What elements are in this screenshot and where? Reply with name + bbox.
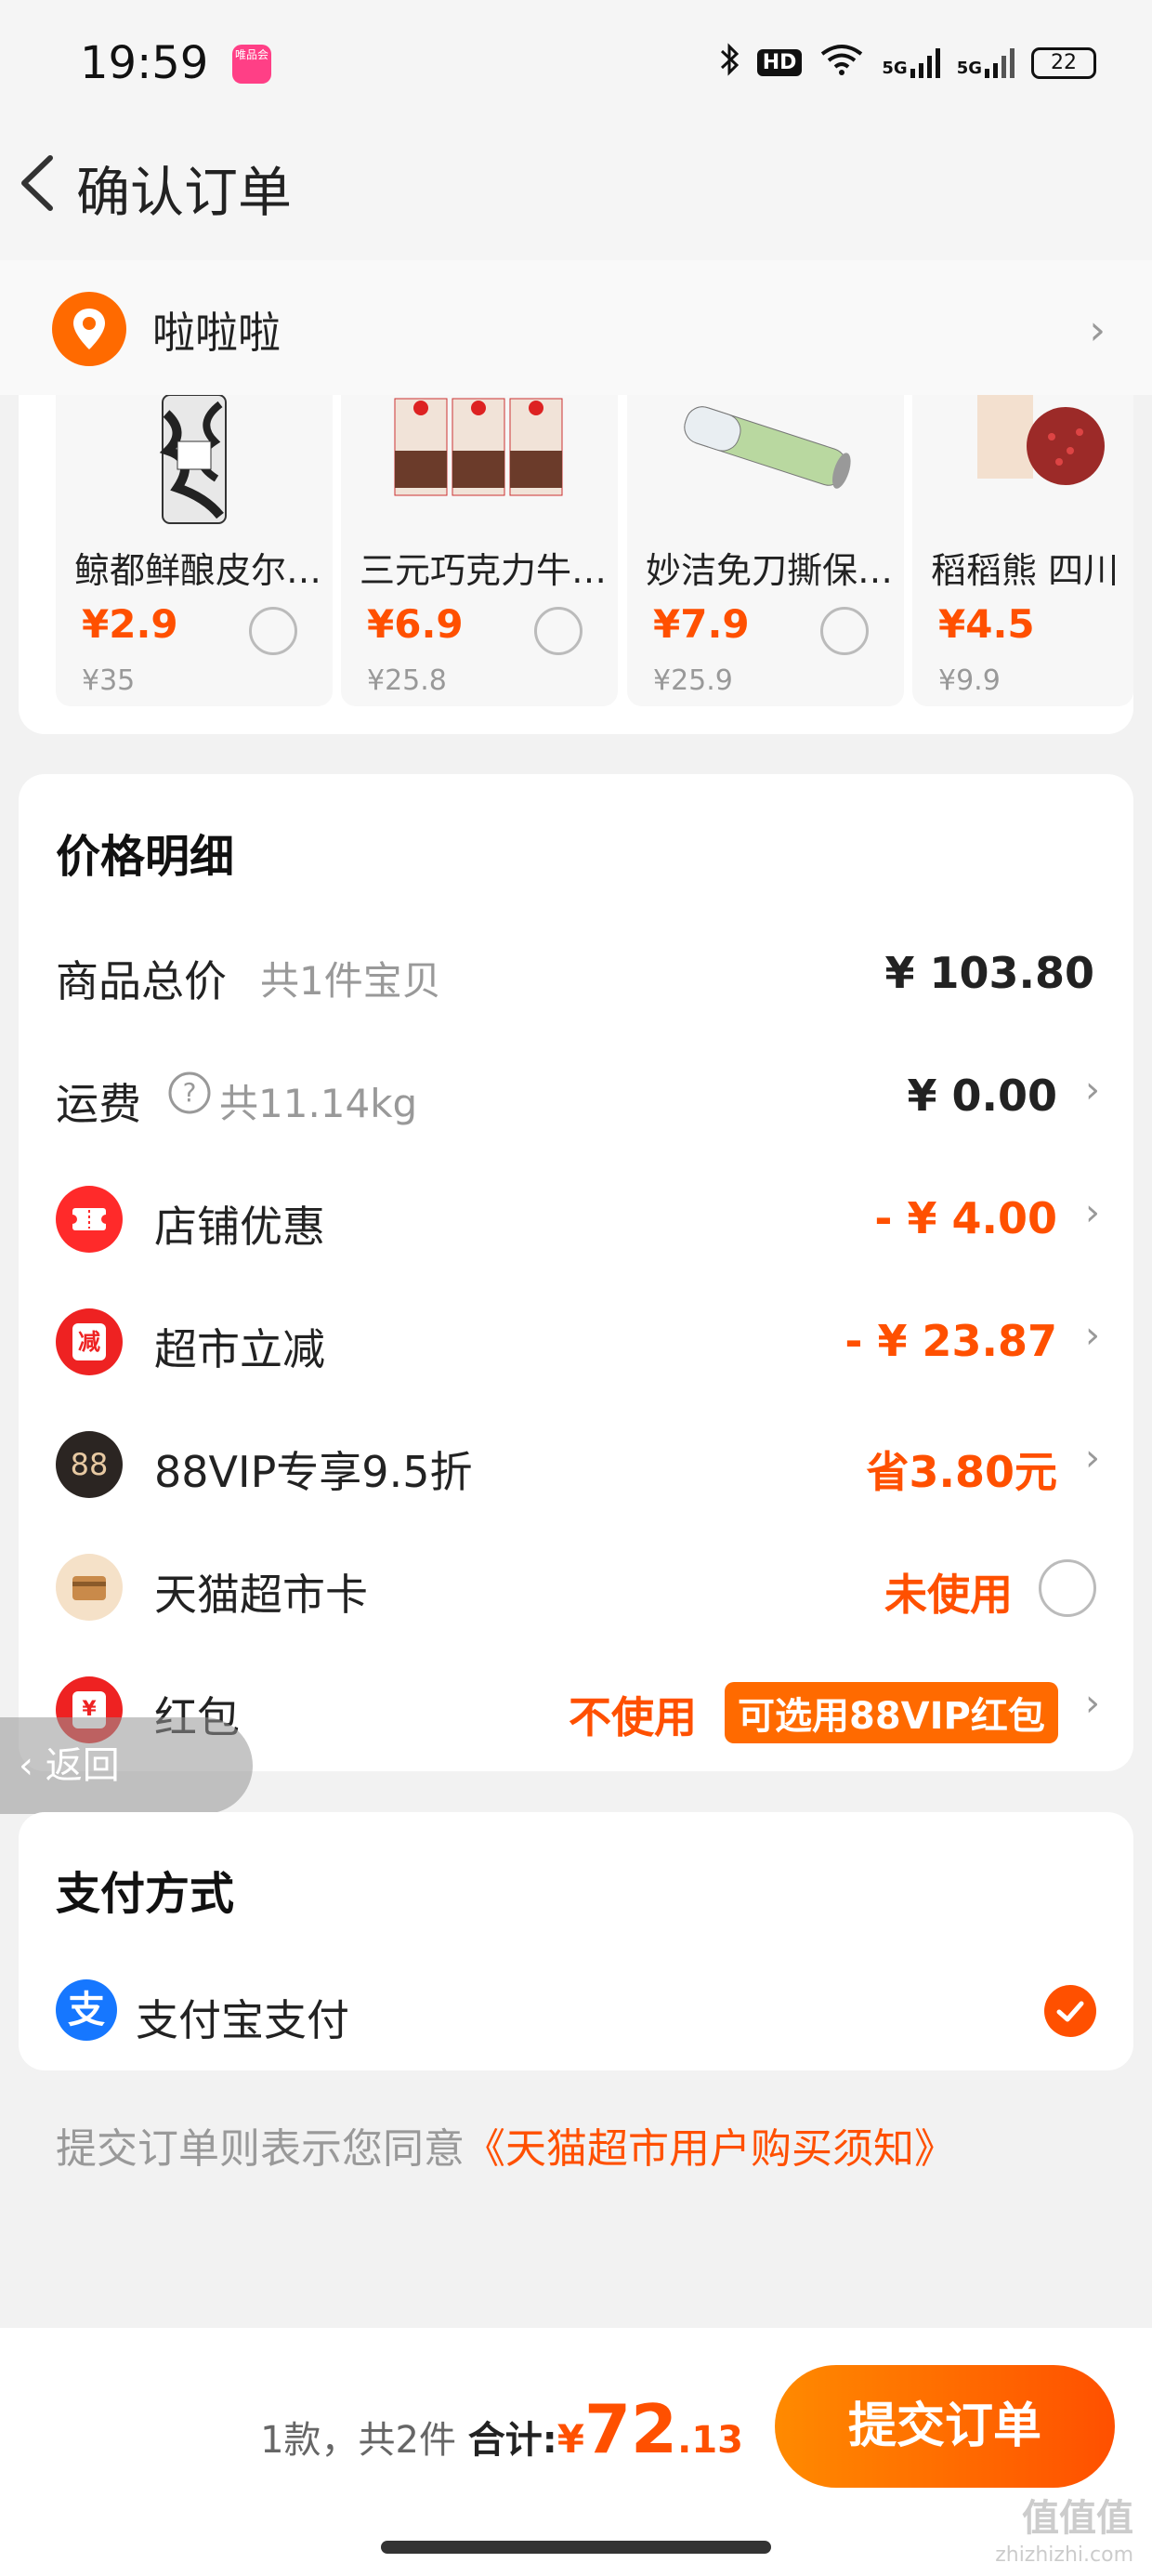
signal-5g-icon: 5G [882,47,940,78]
product-original-price: ¥25.8 [367,664,447,697]
page-title: 确认订单 [76,161,293,224]
bluetooth-icon [718,43,740,83]
shop-discount-value: - ¥ 4.00 [874,1193,1057,1243]
chevron-right-icon: › [1085,1314,1100,1357]
alipay-icon: 支 [56,1979,117,2041]
redpacket-value: 不使用 [569,1692,697,1742]
watermark: 值值值 zhizhizhi.com [995,2497,1133,2567]
product-name: 三元巧克力牛… [360,550,608,591]
vip-value: 省3.80元 [866,1447,1058,1497]
product-strip: 鲸都鲜酿皮尔… ¥2.9 ¥35 三元巧克力牛… ¥6.9 ¥25.8 妙洁免刀… [19,395,1133,734]
address-name: 啦啦啦 [152,308,281,358]
market-card-label: 天猫超市卡 [154,1570,368,1620]
product-name: 妙洁免刀撕保… [646,550,894,591]
check-icon[interactable] [1044,1985,1096,2037]
total-label: 合计: [467,2419,557,2462]
product-select-radio[interactable] [534,607,583,655]
product-tile[interactable]: 三元巧克力牛… ¥6.9 ¥25.8 [341,395,618,706]
question-icon[interactable]: ? [167,1071,212,1115]
status-time: 19:59 [80,37,209,89]
agreement-text: 提交订单则表示您同意《天猫超市用户购买须知》 [56,2115,955,2175]
status-icons: HD 5G 5G 22 [718,43,1096,83]
payment-title: 支付方式 [56,1868,235,1920]
vip-redpacket-chip[interactable]: 可选用88VIP红包 [725,1682,1058,1743]
milk-carton-image [391,395,568,501]
item-count: 1款，共2件 [260,2419,456,2462]
chevron-right-icon: › [1085,1682,1100,1725]
submit-order-button[interactable]: 提交订单 [775,2365,1115,2488]
product-select-radio[interactable] [820,607,869,655]
market-card-value: 未使用 [884,1570,1013,1620]
signal-5g-icon-2: 5G [957,47,1015,78]
agreement-link[interactable]: 《天猫超市用户购买须知》 [465,2125,955,2173]
product-price: ¥7.9 [653,601,750,647]
return-float-button[interactable]: ‹ 返回 [0,1717,253,1814]
total-value: ¥ 103.80 [884,948,1094,998]
market-discount-value: - ¥ 23.87 [844,1316,1057,1366]
market-card-radio[interactable] [1039,1559,1096,1617]
product-select-radio[interactable] [249,607,297,655]
card-icon [56,1554,123,1621]
wifi-icon [818,43,865,83]
alipay-label: 支付宝支付 [136,1995,349,2045]
chevron-left-icon [21,155,53,211]
agreement-prefix: 提交订单则表示您同意 [56,2125,465,2173]
product-tile[interactable]: 稻稻熊 四川 ¥4.5 ¥9.9 [912,395,1133,706]
beer-can-image [159,395,229,529]
app-notification-icon: 唯品会 [232,45,271,84]
shipping-weight: 共11.14kg [219,1081,418,1126]
reduce-icon: 减 [56,1308,123,1375]
home-indicator[interactable] [381,2541,771,2554]
total-currency: ¥ [556,2416,584,2462]
product-tile[interactable]: 鲸都鲜酿皮尔… ¥2.9 ¥35 [56,395,333,706]
product-name: 鲸都鲜酿皮尔… [74,550,322,591]
total-decimal: .13 [677,2419,743,2462]
peppercorn-image [977,395,1107,492]
chevron-right-icon: › [1089,307,1106,354]
shop-discount-label: 店铺优惠 [154,1202,325,1252]
product-original-price: ¥35 [82,664,136,697]
cling-wrap-image [673,395,858,501]
chevron-right-icon: › [1085,1437,1100,1479]
product-price: ¥4.5 [938,601,1035,647]
location-pin-icon [52,292,126,366]
product-price: ¥2.9 [82,601,178,647]
coupon-icon [56,1186,123,1253]
hd-icon: HD [756,49,803,76]
market-discount-label: 超市立减 [154,1324,325,1374]
product-tile[interactable]: 妙洁免刀撕保… ¥7.9 ¥25.9 [627,395,904,706]
chevron-left-icon: ‹ [19,1744,46,1787]
shipping-value: ¥ 0.00 [907,1071,1057,1121]
svg-text:?: ? [183,1077,197,1108]
product-price: ¥6.9 [367,601,464,647]
battery-icon: 22 [1031,46,1096,79]
return-label: 返回 [45,1744,120,1787]
back-button[interactable] [11,141,67,225]
total-count: 共1件宝贝 [260,958,441,1004]
shipping-label: 运费 [56,1079,141,1129]
chevron-right-icon: › [1085,1069,1100,1111]
vip88-icon: 88 [56,1431,123,1498]
vip-label: 88VIP专享9.5折 [154,1447,473,1497]
product-original-price: ¥9.9 [938,664,1001,697]
total-integer: 72 [583,2390,678,2468]
total-label: 商品总价 [56,956,227,1006]
chevron-right-icon: › [1085,1191,1100,1234]
product-original-price: ¥25.9 [653,664,733,697]
product-name: 稻稻熊 四川 [931,550,1119,591]
order-summary: 1款，共2件 合计:¥72.13 [260,2390,743,2468]
price-detail-title: 价格明细 [56,831,235,883]
